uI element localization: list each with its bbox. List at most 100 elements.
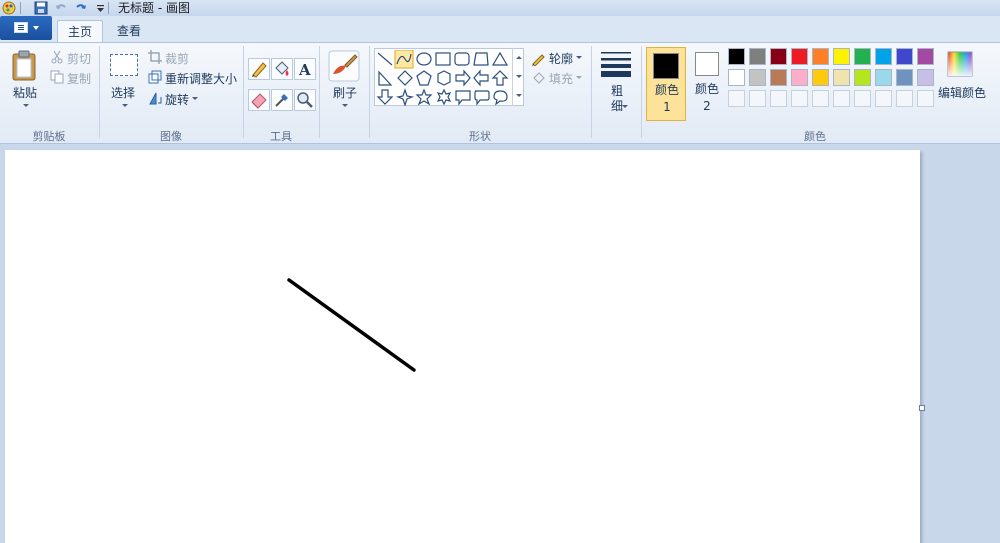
palette-color-swatch[interactable] <box>812 48 829 65</box>
copy-label[interactable]: 复制 <box>67 70 91 87</box>
palette-color-swatch[interactable] <box>791 69 808 86</box>
select-label[interactable]: 选择 <box>111 84 135 101</box>
outline-dropdown-icon[interactable] <box>576 56 582 59</box>
shape-polygon[interactable] <box>473 52 489 66</box>
palette-empty-swatch[interactable] <box>749 90 766 107</box>
chevron-down-icon <box>33 26 39 30</box>
shape-rectangle[interactable] <box>435 52 451 66</box>
shape-rounded-rectangle[interactable] <box>454 52 470 66</box>
color-picker-tool[interactable] <box>271 89 293 111</box>
palette-empty-swatch[interactable] <box>833 90 850 107</box>
fill-icon <box>533 72 545 84</box>
color2-selector[interactable]: 颜色 2 <box>692 47 722 121</box>
palette-empty-swatch[interactable] <box>854 90 871 107</box>
palette-color-swatch[interactable] <box>770 69 787 86</box>
rotate-dropdown-icon[interactable] <box>192 97 198 100</box>
shape-line[interactable] <box>377 52 393 66</box>
customize-qa-icon[interactable] <box>94 1 108 15</box>
shape-oval[interactable] <box>416 52 432 66</box>
shape-callout-rect[interactable] <box>455 90 471 106</box>
magnifier-tool[interactable] <box>294 89 316 111</box>
palette-color-swatch[interactable] <box>896 48 913 65</box>
tab-home[interactable]: 主页 <box>57 20 103 43</box>
select-dropdown-icon[interactable] <box>122 104 128 107</box>
palette-empty-swatch[interactable] <box>917 90 934 107</box>
palette-empty-swatch[interactable] <box>770 90 787 107</box>
size-dropdown-icon[interactable] <box>622 105 628 108</box>
palette-color-swatch[interactable] <box>833 69 850 86</box>
undo-icon[interactable] <box>54 1 68 15</box>
paste-icon[interactable] <box>10 50 40 82</box>
fill-dropdown-icon[interactable] <box>576 76 582 79</box>
cut-label[interactable]: 剪切 <box>67 50 91 67</box>
gallery-up-icon[interactable] <box>516 56 522 59</box>
palette-color-swatch[interactable] <box>917 48 934 65</box>
palette-color-swatch[interactable] <box>791 48 808 65</box>
shape-callout-rounded[interactable] <box>474 90 490 106</box>
rotate-label[interactable]: 旋转 <box>165 91 189 108</box>
palette-color-swatch[interactable] <box>875 48 892 65</box>
resize-label[interactable]: 重新调整大小 <box>165 70 237 87</box>
palette-color-swatch[interactable] <box>854 48 871 65</box>
shape-hexagon[interactable] <box>437 70 451 86</box>
palette-color-swatch[interactable] <box>896 69 913 86</box>
shapes-gallery-scrollbar[interactable] <box>512 48 525 106</box>
palette-color-swatch[interactable] <box>833 48 850 65</box>
palette-empty-swatch[interactable] <box>728 90 745 107</box>
save-icon[interactable] <box>34 1 48 15</box>
palette-color-swatch[interactable] <box>917 69 934 86</box>
palette-empty-swatch[interactable] <box>875 90 892 107</box>
brush-icon[interactable] <box>328 50 360 82</box>
gallery-down-icon[interactable] <box>516 75 522 78</box>
shape-arrow-right[interactable] <box>455 69 471 87</box>
fill-label[interactable]: 填充 <box>549 70 573 87</box>
palette-color-swatch[interactable] <box>749 48 766 65</box>
palette-color-swatch[interactable] <box>728 69 745 86</box>
paste-label[interactable]: 粘贴 <box>13 84 37 101</box>
palette-color-swatch[interactable] <box>770 48 787 65</box>
shape-arrow-down[interactable] <box>376 89 394 105</box>
text-tool[interactable]: A <box>294 58 316 80</box>
size-label[interactable]: 粗细 <box>611 84 623 114</box>
edit-colors-icon[interactable] <box>946 50 974 78</box>
canvas-resize-handle[interactable] <box>919 405 925 411</box>
size-icon[interactable] <box>600 50 632 78</box>
gallery-expand-icon[interactable] <box>516 94 522 97</box>
shape-star-four[interactable] <box>395 88 415 106</box>
drawing-canvas[interactable] <box>5 150 920 543</box>
shape-star-five[interactable] <box>415 88 433 106</box>
palette-color-swatch[interactable] <box>749 69 766 86</box>
shape-callout-oval[interactable] <box>493 90 508 106</box>
shape-pentagon[interactable] <box>416 70 432 86</box>
pencil-tool[interactable] <box>248 58 270 80</box>
shape-right-triangle[interactable] <box>378 70 393 86</box>
fill-tool[interactable] <box>271 58 293 80</box>
palette-empty-swatch[interactable] <box>812 90 829 107</box>
outline-label[interactable]: 轮廓 <box>549 50 573 67</box>
paint-menu-button[interactable] <box>0 16 52 40</box>
brushes-dropdown-icon[interactable] <box>342 104 348 107</box>
paste-dropdown-icon[interactable] <box>23 104 29 107</box>
palette-color-swatch[interactable] <box>875 69 892 86</box>
shape-arrow-left[interactable] <box>473 69 489 87</box>
shape-arrow-up[interactable] <box>491 70 509 86</box>
select-icon[interactable] <box>110 54 138 76</box>
crop-icon <box>148 50 162 64</box>
redo-icon[interactable] <box>74 1 88 15</box>
palette-color-swatch[interactable] <box>854 69 871 86</box>
shape-star-six[interactable] <box>436 88 452 106</box>
palette-color-swatch[interactable] <box>728 48 745 65</box>
brushes-label[interactable]: 刷子 <box>333 84 357 101</box>
palette-empty-swatch[interactable] <box>791 90 808 107</box>
eraser-tool[interactable] <box>248 89 270 111</box>
tab-view[interactable]: 查看 <box>106 20 152 42</box>
crop-label[interactable]: 裁剪 <box>165 50 189 67</box>
drawn-line[interactable] <box>287 278 416 372</box>
palette-empty-swatch[interactable] <box>896 90 913 107</box>
edit-colors-label[interactable]: 编辑颜色 <box>938 84 986 101</box>
shape-triangle[interactable] <box>491 51 509 66</box>
palette-color-swatch[interactable] <box>812 69 829 86</box>
color1-selector[interactable]: 颜色 1 <box>646 47 686 121</box>
window-title: 无标题 - 画图 <box>118 1 190 15</box>
shape-diamond[interactable] <box>397 70 413 86</box>
